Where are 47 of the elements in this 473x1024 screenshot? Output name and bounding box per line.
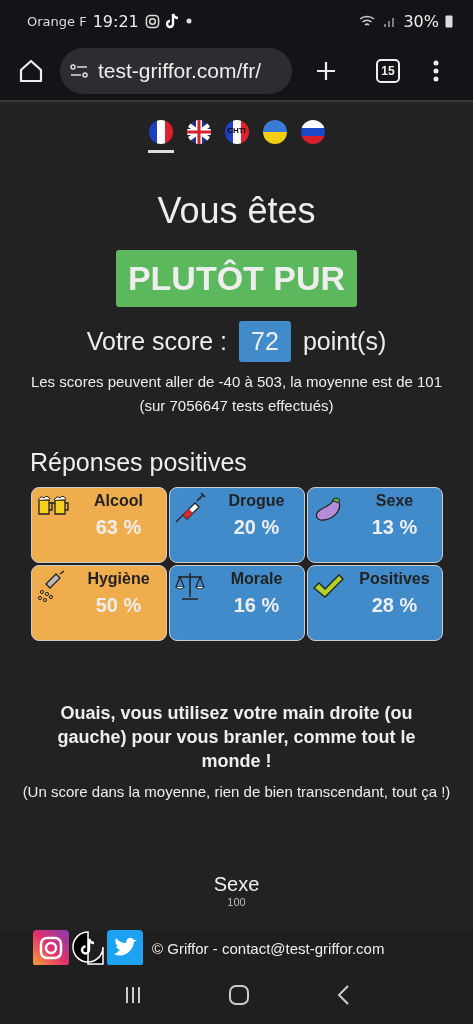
category-percent: 50 % (95, 594, 142, 617)
score-label: Votre score : (86, 327, 228, 356)
camera-app-icon[interactable] (33, 930, 69, 966)
category-percent: 20 % (233, 516, 280, 539)
carrier-name: Orange F (27, 13, 87, 29)
back-icon[interactable] (336, 983, 351, 1006)
result-note: (Un score dans la moyenne, rien de bien transcendant, tout ça !) (22, 782, 451, 802)
category-percent: 13 % (371, 516, 418, 539)
section-title: Réponses positives (30, 448, 247, 477)
category-name: Positives (359, 570, 430, 588)
tab-count-button[interactable]: 15 (376, 59, 400, 83)
menu-icon[interactable] (433, 60, 439, 82)
bird-app-icon[interactable] (107, 930, 143, 966)
category-name: Sexe (375, 492, 414, 510)
score-value: 72 (239, 321, 291, 362)
category-name: Morale (230, 570, 283, 588)
category-name: Drogue (228, 492, 285, 510)
url-text[interactable]: test-griffor.com/fr/ (98, 59, 261, 83)
address-bar[interactable]: test-griffor.com/fr/ (60, 48, 292, 94)
category-percent: 28 % (371, 594, 418, 617)
category-name: Alcool (94, 492, 143, 510)
gauge-title: Sexe (213, 873, 260, 896)
result-message: Ouais, vous utilisez votre main droite (ou gauche) pour vous branler, comme tout le monde ! (56, 702, 417, 773)
scales-icon (173, 570, 208, 602)
verdict-banner: PLUTÔT PUR (115, 250, 358, 307)
category-percent: 63 % (95, 516, 142, 539)
clock-time: 19:21 (92, 11, 139, 31)
settings-icon[interactable] (70, 64, 88, 78)
home-icon[interactable] (228, 983, 251, 1006)
category-name: Hygiène (87, 570, 150, 588)
gauge-tick: 100 (227, 896, 246, 908)
camera-icon (144, 13, 160, 29)
battery-icon (445, 14, 453, 28)
category-percent: 16 % (233, 594, 280, 617)
syringe-icon (173, 492, 208, 524)
dot-icon (185, 18, 192, 24)
footer-text: © Griffor - contact@test-griffor.com (152, 939, 385, 957)
score-unit: point(s) (302, 327, 387, 356)
language-flag[interactable] (147, 119, 174, 153)
note-icon (165, 13, 180, 29)
battery-percent: 30% (403, 11, 439, 31)
score-note: Les scores peuvent aller de -40 à 503, la moyenne est de 101 (sur 7056647 tests effectués) (29, 372, 444, 416)
heading: Vous êtes (157, 190, 316, 232)
plus-icon[interactable] (316, 61, 336, 81)
flag-label: CHTI (226, 126, 247, 135)
language-flag[interactable]: CHTI (223, 119, 250, 153)
music-note-app-icon[interactable] (72, 931, 104, 965)
